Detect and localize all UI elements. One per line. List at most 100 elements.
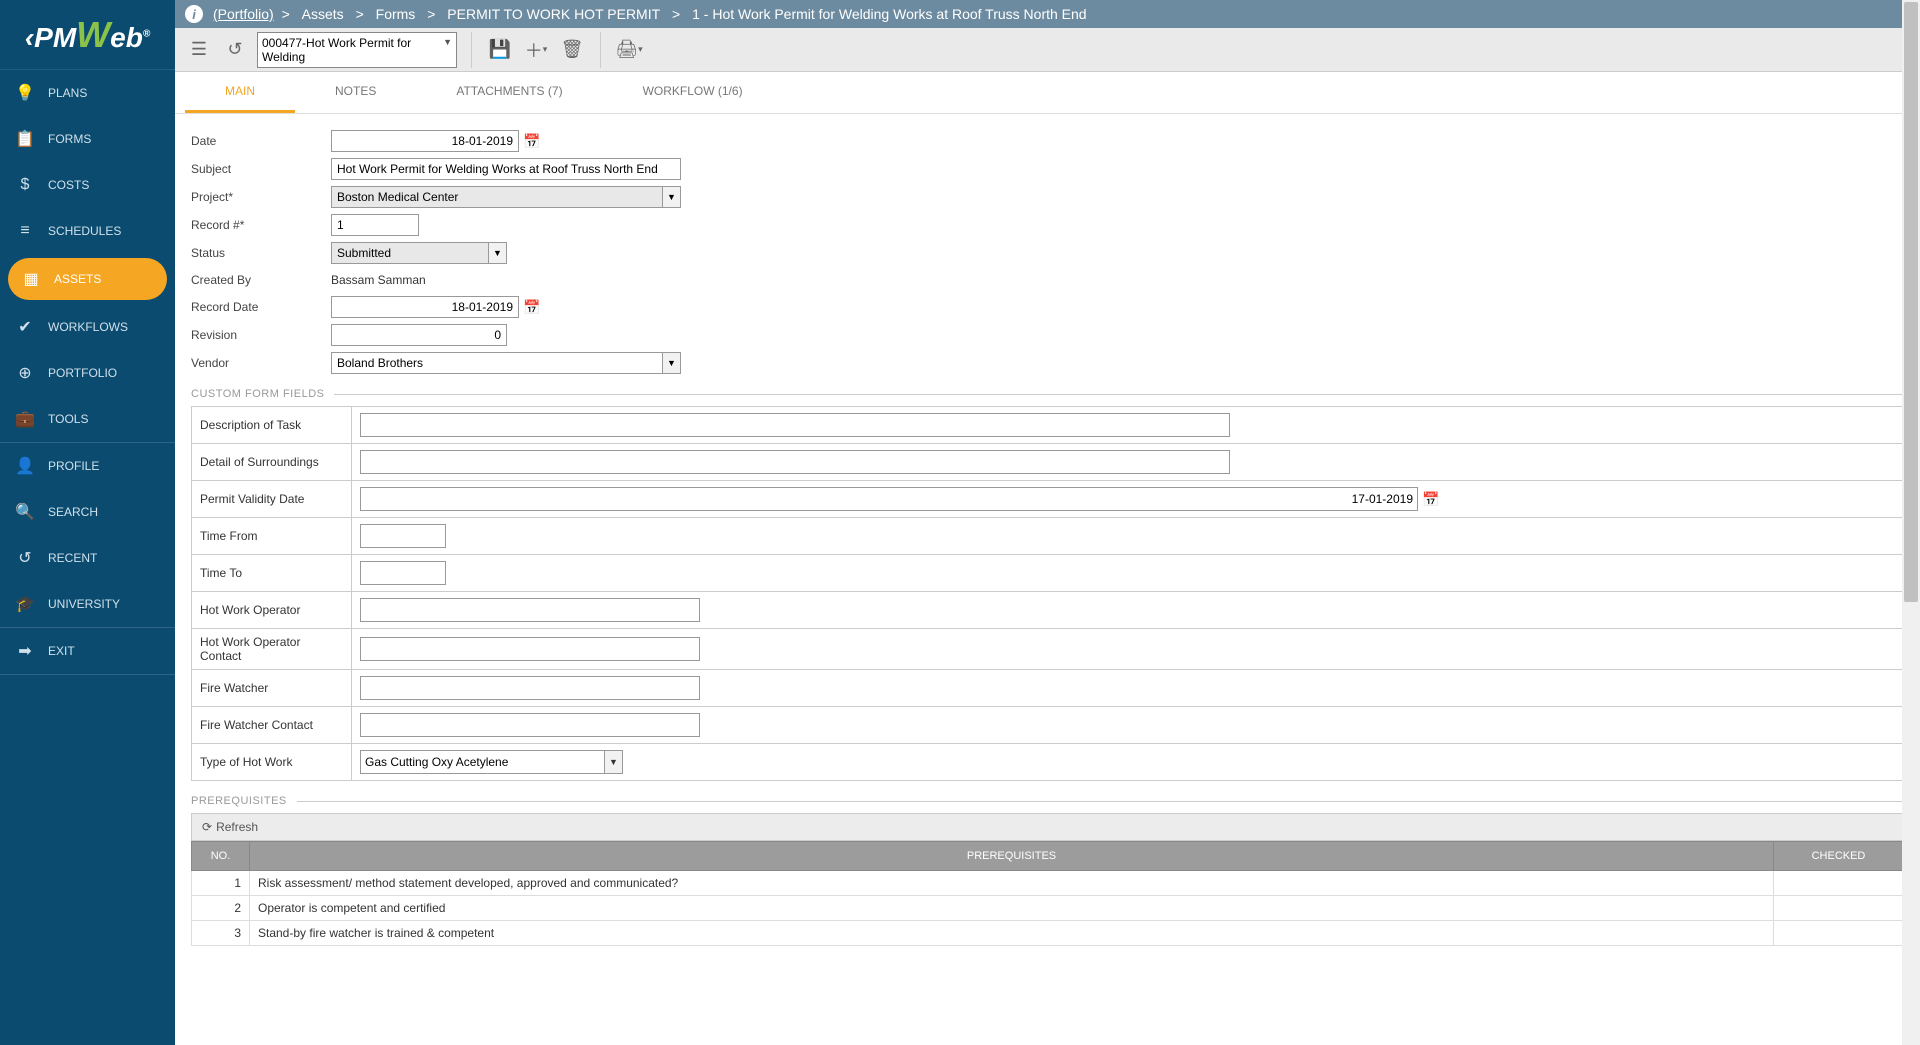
tab-workflow[interactable]: WORKFLOW (1/6)	[603, 72, 783, 113]
cf-watcher-input[interactable]	[360, 676, 700, 700]
cell-text: Stand-by fire watcher is trained & compe…	[250, 921, 1774, 946]
cf-timeto-input[interactable]	[360, 561, 446, 585]
tab-attachments[interactable]: ATTACHMENTS (7)	[416, 72, 602, 113]
scrollbar-thumb	[1904, 2, 1918, 602]
sidebar-item-university[interactable]: 🎓UNIVERSITY	[0, 581, 175, 627]
cf-operator-input[interactable]	[360, 598, 700, 622]
calendar-icon[interactable]: 📅	[523, 133, 541, 150]
nav-icon: 💼	[14, 408, 36, 430]
sidebar-item-recent[interactable]: ↺ RECENT	[0, 535, 175, 581]
dropdown-caret-icon[interactable]: ▼	[489, 242, 507, 264]
sidebar-item-plans[interactable]: 💡 PLANS	[0, 70, 175, 116]
breadcrumb-part: 1 - Hot Work Permit for Welding Works at…	[692, 6, 1086, 22]
breadcrumb-part: Forms	[376, 6, 416, 22]
sidebar-item-exit[interactable]: ➡ EXIT	[0, 628, 175, 674]
list-icon[interactable]: ☰	[185, 36, 213, 64]
sidebar-item-schedules[interactable]: ≡SCHEDULES	[0, 208, 175, 254]
cell-checked	[1774, 921, 1904, 946]
tab-main[interactable]: MAIN	[185, 72, 295, 113]
section-line	[297, 801, 1904, 802]
record-selector[interactable]: 000477-Hot Work Permit for Welding	[257, 32, 457, 68]
cf-label: Fire Watcher	[192, 670, 352, 707]
vendor-input[interactable]	[331, 352, 663, 374]
project-input[interactable]	[331, 186, 663, 208]
save-icon[interactable]: 💾	[486, 36, 514, 64]
label-project: Project*	[191, 190, 331, 204]
cf-timefrom-input[interactable]	[360, 524, 446, 548]
table-row[interactable]: 3Stand-by fire watcher is trained & comp…	[192, 921, 1904, 946]
breadcrumb-part: Assets	[302, 6, 344, 22]
sidebar-item-costs[interactable]: $COSTS	[0, 162, 175, 208]
cf-validity-input[interactable]	[360, 487, 1418, 511]
cf-desc-input[interactable]	[360, 413, 1230, 437]
delete-icon[interactable]: 🗑	[558, 36, 586, 64]
history-icon[interactable]: ↺	[221, 36, 249, 64]
date-input[interactable]	[331, 130, 519, 152]
cf-label: Detail of Surroundings	[192, 444, 352, 481]
info-icon[interactable]: i	[185, 5, 203, 23]
sidebar-item-label: PROFILE	[48, 459, 99, 473]
revision-input[interactable]	[331, 324, 507, 346]
cf-detail-input[interactable]	[360, 450, 1230, 474]
cf-type-input[interactable]	[360, 750, 605, 774]
cf-operator-contact-input[interactable]	[360, 637, 700, 661]
breadcrumb-portfolio[interactable]: (Portfolio)	[213, 6, 274, 22]
sidebar-item-forms[interactable]: 📋FORMS	[0, 116, 175, 162]
refresh-button[interactable]: ⟳Refresh	[202, 820, 258, 834]
recorddate-input[interactable]	[331, 296, 519, 318]
dropdown-caret-icon[interactable]: ▼	[663, 352, 681, 374]
createdby-value: Bassam Samman	[331, 270, 426, 290]
sidebar-item-label: PLANS	[48, 86, 87, 100]
scrollbar[interactable]	[1902, 0, 1920, 1045]
sidebar-item-label: SEARCH	[48, 505, 98, 519]
add-icon[interactable]: ＋▾	[522, 36, 550, 64]
cf-label: Hot Work Operator	[192, 592, 352, 629]
status-input[interactable]	[331, 242, 489, 264]
separator	[471, 32, 472, 68]
calendar-icon[interactable]: 📅	[1422, 491, 1440, 508]
cell-text: Operator is competent and certified	[250, 896, 1774, 921]
custom-fields-table: Description of Task Detail of Surroundin…	[191, 406, 1904, 781]
sidebar-item-search[interactable]: 🔍SEARCH	[0, 489, 175, 535]
sidebar-item-label: ASSETS	[54, 272, 101, 286]
label-recorddate: Record Date	[191, 300, 331, 314]
th-checked: CHECKED	[1774, 842, 1904, 871]
nav-icon: ✔	[14, 316, 36, 338]
label-revision: Revision	[191, 328, 331, 342]
exit-icon: ➡	[14, 640, 36, 662]
label-date: Date	[191, 134, 331, 148]
sidebar-item-label: WORKFLOWS	[48, 320, 128, 334]
table-row[interactable]: 1Risk assessment/ method statement devel…	[192, 871, 1904, 896]
nav-icon: 💡	[14, 82, 36, 104]
label-status: Status	[191, 246, 331, 260]
record-input[interactable]	[331, 214, 419, 236]
subject-input[interactable]	[331, 158, 681, 180]
separator	[600, 32, 601, 68]
section-line	[334, 394, 1904, 395]
sidebar-item-assets[interactable]: ▦ASSETS	[8, 258, 167, 300]
sidebar-item-label: TOOLS	[48, 412, 88, 426]
print-icon[interactable]: 🖨▾	[615, 36, 643, 64]
toolbar: ☰ ↺ 000477-Hot Work Permit for Welding 💾…	[175, 28, 1920, 72]
table-row[interactable]: 2Operator is competent and certified	[192, 896, 1904, 921]
logo-reg: ®	[143, 28, 150, 39]
breadcrumb: (Portfolio) > Assets > Forms > PERMIT TO…	[213, 6, 1091, 22]
cell-no: 1	[192, 871, 250, 896]
sidebar-item-label: RECENT	[48, 551, 97, 565]
sidebar-item-profile[interactable]: 👤PROFILE	[0, 443, 175, 489]
cf-label: Time From	[192, 518, 352, 555]
sidebar-item-tools[interactable]: 💼 TOOLS	[0, 396, 175, 442]
cf-watcher-contact-input[interactable]	[360, 713, 700, 737]
dropdown-caret-icon[interactable]: ▼	[663, 186, 681, 208]
calendar-icon[interactable]: 📅	[523, 299, 541, 316]
nav-secondary: 👤PROFILE🔍SEARCH ↺ RECENT 🎓UNIVERSITY	[0, 443, 175, 628]
content: Date📅 Subject Project*▼ Record #* Status…	[175, 114, 1920, 1045]
tab-notes[interactable]: NOTES	[295, 72, 416, 113]
sidebar-item-portfolio[interactable]: ⊕PORTFOLIO	[0, 350, 175, 396]
nav-icon: ⊕	[14, 362, 36, 384]
sidebar-item-workflows[interactable]: ✔ WORKFLOWS	[0, 304, 175, 350]
nav-icon: ↺	[14, 547, 36, 569]
sidebar-item-label: EXIT	[48, 644, 75, 658]
dropdown-caret-icon[interactable]: ▼	[605, 750, 623, 774]
logo-suffix: eb	[110, 22, 143, 53]
